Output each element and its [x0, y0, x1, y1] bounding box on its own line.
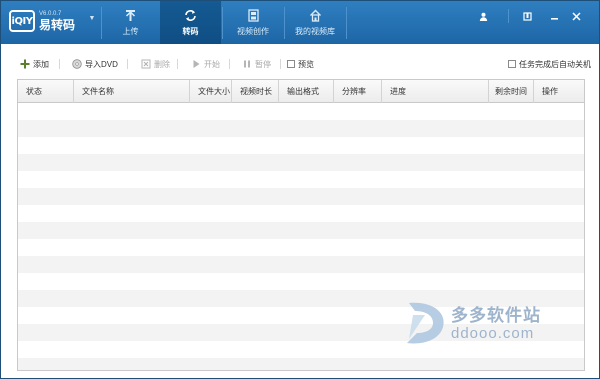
start-label: 开始 [204, 59, 220, 69]
empty-table-row [18, 358, 584, 370]
auto-shutdown-check-box[interactable] [508, 60, 516, 68]
auto-shutdown-label: 任务完成后自动关机 [519, 59, 591, 69]
user-icon[interactable] [476, 9, 490, 23]
watermark: 多多软件站 ddooo.com [403, 299, 593, 347]
column-progress[interactable]: 进度 [382, 80, 489, 103]
column-remaining-time[interactable]: 剩余时间 [489, 80, 534, 103]
pause-icon [242, 59, 252, 69]
column-actions[interactable]: 操作 [534, 80, 584, 103]
preview-label: 预览 [298, 59, 314, 69]
empty-table-row [18, 154, 584, 171]
tab-upload-label: 上传 [122, 26, 139, 36]
add-button-label: 添加 [33, 59, 49, 69]
toolbar-divider [229, 59, 230, 69]
title-bar: iQIY V6.0.0.7 易转码 ▼ 上传 转码 视频创作 我的视频库 [1, 1, 599, 44]
plus-icon [20, 59, 30, 69]
home-icon [308, 9, 322, 23]
toolbar-divider [280, 59, 281, 69]
column-file-name[interactable]: 文件名称 [74, 80, 190, 103]
empty-table-row [18, 273, 584, 290]
start-button[interactable]: 开始 [191, 57, 220, 71]
watermark-logo-icon [407, 302, 444, 344]
delete-button[interactable]: 删除 [141, 57, 170, 71]
preview-check-box[interactable] [287, 60, 295, 68]
auto-shutdown-checkbox[interactable]: 任务完成后自动关机 [508, 57, 591, 71]
column-status[interactable]: 状态 [18, 80, 74, 103]
toolbar: 添加 导入DVD 删除 开始 暂停 预览 任务完成后自动关机 [1, 53, 599, 75]
tab-divider [346, 7, 347, 39]
toolbar-divider [127, 59, 128, 69]
tab-video-create[interactable]: 视频创作 [223, 1, 283, 44]
triangle-down-icon[interactable]: ▼ [87, 15, 97, 27]
empty-table-row [18, 222, 584, 239]
empty-table-row [18, 205, 584, 222]
delete-label: 删除 [154, 59, 170, 69]
empty-table-row [18, 137, 584, 154]
disc-icon [72, 59, 82, 69]
close-icon[interactable] [569, 9, 583, 23]
empty-table-row [18, 239, 584, 256]
empty-table-row [18, 103, 584, 120]
tab-convert[interactable]: 转码 [160, 1, 221, 44]
empty-table-row [18, 188, 584, 205]
table-header: 状态 文件名称 文件大小 视频时长 输出格式 分辨率 进度 剩余时间 操作 [18, 80, 584, 103]
app-name: 易转码 [39, 18, 76, 32]
pause-button[interactable]: 暂停 [242, 57, 271, 71]
empty-table-row [18, 171, 584, 188]
app-logo: iQIY V6.0.0.7 易转码 [9, 8, 75, 34]
watermark-url: ddooo.com [451, 325, 535, 342]
tab-upload[interactable]: 上传 [102, 1, 159, 44]
logo-badge: iQIY [9, 10, 35, 32]
film-icon [246, 9, 260, 23]
app-window: iQIY V6.0.0.7 易转码 ▼ 上传 转码 视频创作 我的视频库 添加 … [0, 0, 600, 379]
empty-table-row [18, 120, 584, 137]
add-button[interactable]: 添加 [20, 57, 49, 71]
delete-icon [141, 59, 151, 69]
toolbar-divider [177, 59, 178, 69]
upload-icon [124, 9, 138, 23]
watermark-title: 多多软件站 [451, 306, 541, 325]
preview-checkbox[interactable]: 预览 [287, 57, 314, 71]
pause-label: 暂停 [255, 59, 271, 69]
column-duration[interactable]: 视频时长 [232, 80, 279, 103]
tab-my-library-label: 我的视频库 [295, 26, 335, 36]
convert-icon [184, 9, 198, 23]
empty-table-row [18, 256, 584, 273]
tab-my-library[interactable]: 我的视频库 [285, 1, 345, 44]
tab-convert-label: 转码 [182, 26, 199, 36]
skin-icon[interactable] [520, 9, 534, 23]
button-divider [508, 9, 509, 23]
logo-text: V6.0.0.7 易转码 [39, 11, 75, 31]
column-output-format[interactable]: 输出格式 [279, 80, 334, 103]
column-file-size[interactable]: 文件大小 [190, 80, 232, 103]
import-dvd-button[interactable]: 导入DVD [72, 57, 118, 71]
toolbar-divider [59, 59, 60, 69]
column-resolution[interactable]: 分辨率 [334, 80, 382, 103]
import-dvd-label: 导入DVD [85, 59, 118, 69]
minimize-icon[interactable] [547, 9, 561, 23]
app-version: V6.0.0.7 [39, 11, 62, 17]
tab-video-create-label: 视频创作 [237, 26, 269, 36]
play-icon [191, 59, 201, 69]
